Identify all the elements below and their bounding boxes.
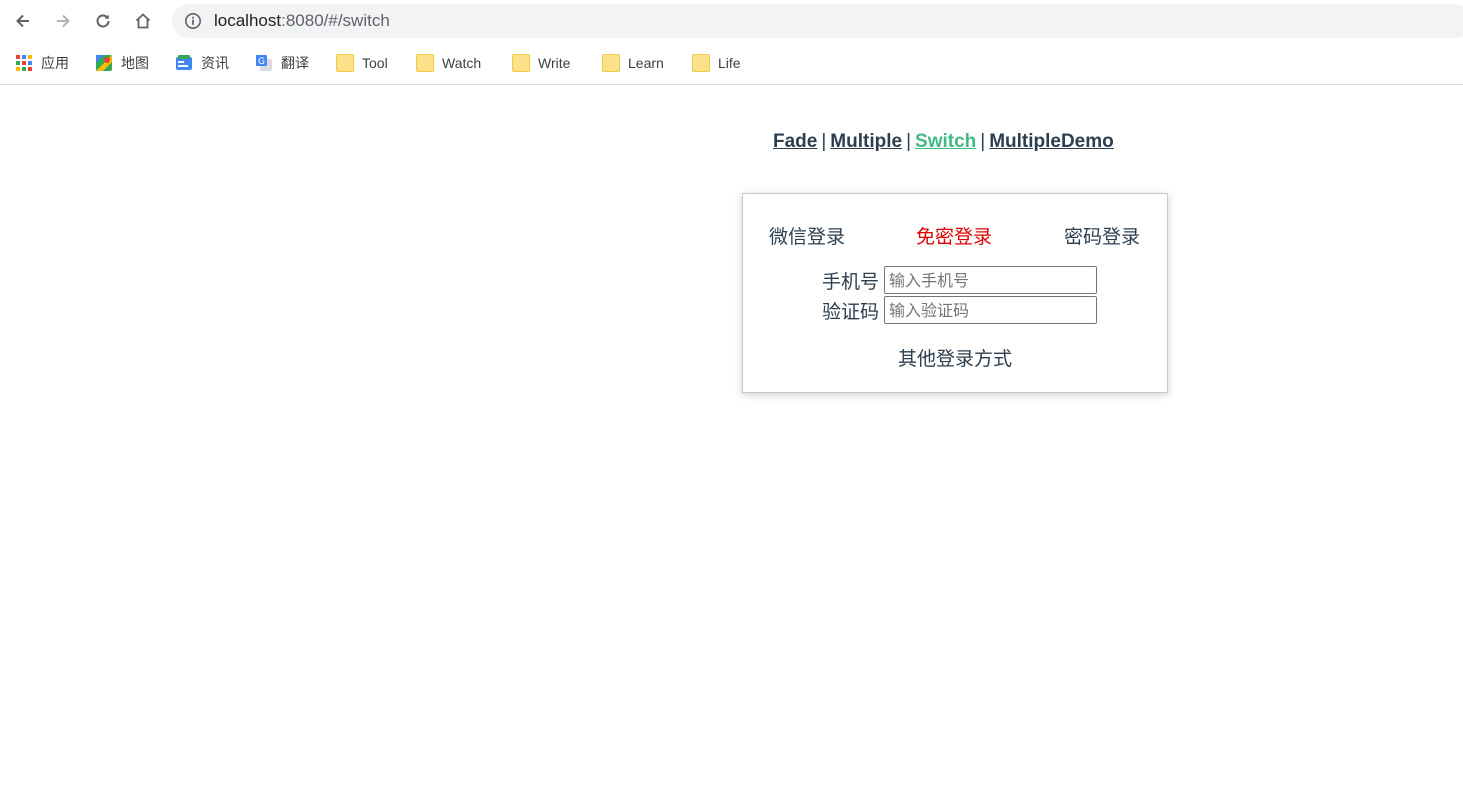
nav-link-fade[interactable]: Fade xyxy=(773,131,817,152)
nav-link-multiple[interactable]: Multiple xyxy=(830,131,902,152)
url-text[interactable]: localhost:8080/#/switch xyxy=(214,11,390,31)
url-host: localhost xyxy=(214,11,282,30)
bookmark-folder-life[interactable]: Life xyxy=(692,52,741,74)
home-button[interactable] xyxy=(129,7,157,35)
bookmark-news[interactable]: 资讯 xyxy=(175,52,229,74)
bookmark-label: 资讯 xyxy=(201,55,229,71)
folder-icon xyxy=(416,54,434,72)
nav-link-switch[interactable]: Switch xyxy=(915,131,976,152)
bookmark-folder-watch[interactable]: Watch xyxy=(416,52,481,74)
phone-label: 手机号 xyxy=(821,270,879,293)
bookmark-label: Write xyxy=(538,55,571,71)
back-button[interactable] xyxy=(9,7,37,35)
translate-icon: G xyxy=(256,55,272,71)
bookmark-label: 地图 xyxy=(121,55,149,71)
bookmark-maps[interactable]: 地图 xyxy=(95,52,149,74)
code-input[interactable] xyxy=(884,296,1097,324)
forward-button[interactable] xyxy=(49,7,77,35)
phone-row: 手机号 xyxy=(817,266,1097,294)
bookmark-label: Learn xyxy=(628,55,664,71)
nav-separator: | xyxy=(906,131,912,152)
bookmark-folder-write[interactable]: Write xyxy=(512,52,570,74)
address-bar[interactable]: localhost:8080/#/switch xyxy=(172,4,1463,38)
nav-separator: | xyxy=(980,131,986,152)
bookmarks-bar: 应用 地图 资讯 G 翻译 Tool Watch Write Learn Lif… xyxy=(0,42,1463,85)
route-nav: Fade | Multiple | Switch | MultipleDemo xyxy=(773,131,1114,153)
tab-passwordless-login[interactable]: 免密登录 xyxy=(916,222,992,249)
back-arrow-icon xyxy=(16,14,29,28)
maps-icon xyxy=(96,55,112,71)
bookmark-label: Watch xyxy=(442,55,482,71)
folder-icon xyxy=(512,54,530,72)
bookmark-apps[interactable]: 应用 xyxy=(15,52,69,74)
phone-input[interactable] xyxy=(884,266,1097,294)
svg-text:G: G xyxy=(258,57,265,67)
code-label: 验证码 xyxy=(821,300,879,323)
url-path: :8080/#/switch xyxy=(281,11,390,30)
folder-icon xyxy=(336,54,354,72)
code-row: 验证码 xyxy=(817,296,1097,324)
browser-toolbar: localhost:8080/#/switch xyxy=(0,0,1463,42)
bookmark-label: Tool xyxy=(362,55,388,71)
nav-link-multipledemo[interactable]: MultipleDemo xyxy=(989,131,1114,152)
bookmark-label: Life xyxy=(718,55,741,71)
info-icon[interactable] xyxy=(184,12,202,30)
login-panel: 微信登录 免密登录 密码登录 手机号 验证码 其他登录方式 xyxy=(742,193,1168,393)
other-login-methods-link[interactable]: 其他登录方式 xyxy=(743,344,1167,371)
forward-arrow-icon xyxy=(57,14,70,28)
folder-icon xyxy=(692,54,710,72)
apps-grid-icon xyxy=(16,55,32,71)
bookmark-folder-learn[interactable]: Learn xyxy=(602,52,664,74)
tab-password-login[interactable]: 密码登录 xyxy=(1064,222,1140,249)
bookmark-label: 翻译 xyxy=(281,55,309,71)
reload-icon xyxy=(96,14,110,28)
nav-separator: | xyxy=(821,131,827,152)
folder-icon xyxy=(602,54,620,72)
news-icon xyxy=(176,55,192,70)
bookmark-folder-tool[interactable]: Tool xyxy=(336,52,388,74)
home-icon xyxy=(135,13,151,29)
bookmark-translate[interactable]: G 翻译 xyxy=(255,52,309,74)
reload-button[interactable] xyxy=(89,7,117,35)
bookmark-label: 应用 xyxy=(41,55,69,71)
tab-wechat-login[interactable]: 微信登录 xyxy=(769,222,845,249)
